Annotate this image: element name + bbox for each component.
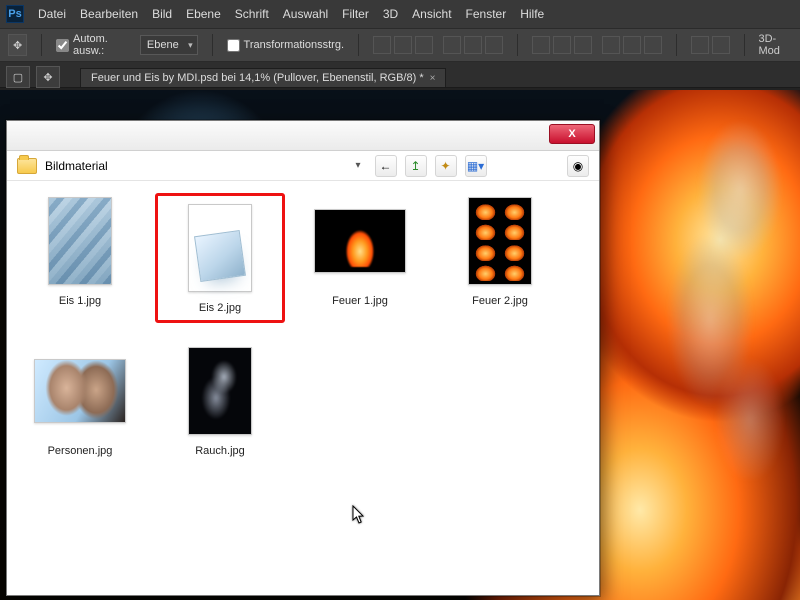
align-group-1	[373, 36, 433, 54]
file-label: Personen.jpg	[48, 445, 113, 457]
menu-schrift[interactable]: Schrift	[235, 7, 269, 21]
arrange-group	[691, 36, 730, 54]
file-item-personen[interactable]: Personen.jpg	[15, 343, 145, 457]
align-icon[interactable]	[464, 36, 482, 54]
thumbnail-icon	[48, 197, 112, 285]
layer-type-dropdown[interactable]: Ebene	[140, 35, 198, 55]
menu-auswahl[interactable]: Auswahl	[283, 7, 328, 21]
transform-controls-option[interactable]: Transformationsstrg.	[227, 39, 344, 52]
arrange-icon[interactable]	[712, 36, 730, 54]
distribute-icon[interactable]	[623, 36, 641, 54]
file-item-rauch[interactable]: Rauch.jpg	[155, 343, 285, 457]
canvas-smoke-art	[650, 100, 790, 480]
arrange-icon[interactable]	[691, 36, 709, 54]
menu-filter[interactable]: Filter	[342, 7, 369, 21]
thumbnail-icon	[34, 359, 126, 423]
transform-controls-checkbox[interactable]	[227, 39, 240, 52]
document-tab[interactable]: Feuer und Eis by MDI.psd bei 14,1% (Pull…	[80, 68, 446, 87]
document-tab-bar: Feuer und Eis by MDI.psd bei 14,1% (Pull…	[0, 62, 800, 88]
menu-hilfe[interactable]: Hilfe	[520, 7, 544, 21]
marquee-tool-icon[interactable]: ▢	[6, 66, 30, 88]
menu-bar: Ps Datei Bearbeiten Bild Ebene Schrift A…	[0, 0, 800, 28]
align-icon[interactable]	[394, 36, 412, 54]
thumbnail-icon	[468, 197, 532, 285]
file-label: Eis 1.jpg	[59, 295, 101, 307]
distribute-icon[interactable]	[644, 36, 662, 54]
move-tool-icon[interactable]: ✥	[8, 34, 27, 56]
dialog-file-list: Eis 1.jpg Eis 2.jpg Feuer 1.jpg Feuer 2.…	[7, 181, 599, 595]
side-tool-strip: ▢ ✥	[0, 62, 70, 92]
menu-bild[interactable]: Bild	[152, 7, 172, 21]
options-bar: ✥ Autom. ausw.: Ebene Transformationsstr…	[0, 28, 800, 62]
file-item-eis2[interactable]: Eis 2.jpg	[155, 193, 285, 323]
folder-icon	[17, 158, 37, 174]
align-icon[interactable]	[415, 36, 433, 54]
distribute-icon[interactable]	[602, 36, 620, 54]
menu-fenster[interactable]: Fenster	[466, 7, 507, 21]
view-menu-button[interactable]: ▦▾	[465, 155, 487, 177]
document-tab-title: Feuer und Eis by MDI.psd bei 14,1% (Pull…	[91, 72, 424, 84]
align-icon[interactable]	[443, 36, 461, 54]
menu-datei[interactable]: Datei	[38, 7, 66, 21]
align-icon[interactable]	[373, 36, 391, 54]
distribute-group-1	[532, 36, 592, 54]
dialog-nav-bar: Bildmaterial ▾ ← ↥ ✦ ▦▾ ◉	[7, 151, 599, 181]
file-item-feuer1[interactable]: Feuer 1.jpg	[295, 193, 425, 323]
new-folder-button[interactable]: ✦	[435, 155, 457, 177]
menu-ebene[interactable]: Ebene	[186, 7, 221, 21]
app-logo: Ps	[6, 5, 24, 23]
file-open-dialog: X Bildmaterial ▾ ← ↥ ✦ ▦▾ ◉ Eis 1.jpg Ei…	[6, 120, 600, 596]
distribute-icon[interactable]	[532, 36, 550, 54]
file-item-eis1[interactable]: Eis 1.jpg	[15, 193, 145, 323]
auto-select-label: Autom. ausw.:	[73, 33, 130, 57]
camera-icon[interactable]: ◉	[567, 155, 589, 177]
mode-3d-label[interactable]: 3D-Mod	[758, 33, 792, 57]
file-item-feuer2[interactable]: Feuer 2.jpg	[435, 193, 565, 323]
thumbnail-icon	[188, 204, 252, 292]
menu-bearbeiten[interactable]: Bearbeiten	[80, 7, 138, 21]
align-icon[interactable]	[485, 36, 503, 54]
menu-3d[interactable]: 3D	[383, 7, 398, 21]
distribute-group-2	[602, 36, 662, 54]
folder-dropdown-icon[interactable]: ▾	[355, 160, 360, 171]
dialog-close-button[interactable]: X	[549, 124, 595, 144]
move-tool-icon[interactable]: ✥	[36, 66, 60, 88]
nav-back-button[interactable]: ←	[375, 155, 397, 177]
auto-select-checkbox[interactable]	[56, 39, 69, 52]
transform-controls-label: Transformationsstrg.	[244, 39, 344, 51]
auto-select-option[interactable]: Autom. ausw.:	[56, 33, 130, 57]
distribute-icon[interactable]	[553, 36, 571, 54]
file-label: Feuer 2.jpg	[472, 295, 528, 307]
dialog-titlebar[interactable]: X	[7, 121, 599, 151]
close-tab-icon[interactable]: ×	[430, 73, 436, 84]
file-label: Feuer 1.jpg	[332, 295, 388, 307]
nav-up-button[interactable]: ↥	[405, 155, 427, 177]
file-label: Rauch.jpg	[195, 445, 245, 457]
distribute-icon[interactable]	[574, 36, 592, 54]
file-label: Eis 2.jpg	[199, 302, 241, 314]
thumbnail-icon	[188, 347, 252, 435]
menu-ansicht[interactable]: Ansicht	[412, 7, 451, 21]
thumbnail-icon	[314, 209, 406, 273]
align-group-2	[443, 36, 503, 54]
dialog-folder-name[interactable]: Bildmaterial	[45, 159, 275, 173]
